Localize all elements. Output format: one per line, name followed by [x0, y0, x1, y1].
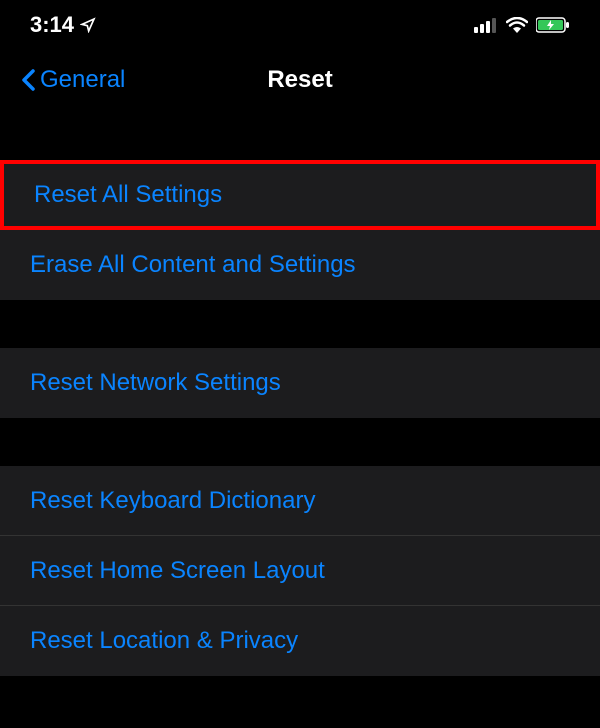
- status-right: [474, 17, 570, 33]
- reset-location-privacy-item[interactable]: Reset Location & Privacy: [0, 606, 600, 676]
- list-item-label: Erase All Content and Settings: [30, 251, 356, 279]
- list-item-label: Reset Location & Privacy: [30, 627, 298, 655]
- battery-charging-icon: [536, 17, 570, 33]
- wifi-icon: [506, 17, 528, 33]
- status-bar: 3:14: [0, 0, 600, 50]
- reset-all-settings-item[interactable]: Reset All Settings: [0, 160, 600, 230]
- reset-group-3: Reset Keyboard Dictionary Reset Home Scr…: [0, 466, 600, 676]
- reset-group-1: Reset All Settings Erase All Content and…: [0, 160, 600, 300]
- cellular-signal-icon: [474, 17, 498, 33]
- section-spacer: [0, 300, 600, 348]
- location-arrow-icon: [80, 17, 96, 33]
- back-button[interactable]: General: [20, 66, 125, 94]
- list-item-label: Reset Keyboard Dictionary: [30, 487, 315, 515]
- reset-group-2: Reset Network Settings: [0, 348, 600, 418]
- list-item-label: Reset Network Settings: [30, 369, 281, 397]
- erase-all-content-item[interactable]: Erase All Content and Settings: [0, 230, 600, 300]
- page-title: Reset: [267, 66, 332, 94]
- list-item-label: Reset All Settings: [34, 181, 222, 209]
- reset-keyboard-dictionary-item[interactable]: Reset Keyboard Dictionary: [0, 466, 600, 536]
- chevron-left-icon: [20, 68, 36, 92]
- section-spacer: [0, 418, 600, 466]
- navigation-bar: General Reset: [0, 50, 600, 110]
- content: Reset All Settings Erase All Content and…: [0, 110, 600, 676]
- reset-network-settings-item[interactable]: Reset Network Settings: [0, 348, 600, 418]
- section-spacer: [0, 110, 600, 160]
- reset-home-screen-layout-item[interactable]: Reset Home Screen Layout: [0, 536, 600, 606]
- status-left: 3:14: [30, 12, 96, 38]
- back-label: General: [40, 66, 125, 94]
- list-item-label: Reset Home Screen Layout: [30, 557, 325, 585]
- status-time: 3:14: [30, 12, 74, 38]
